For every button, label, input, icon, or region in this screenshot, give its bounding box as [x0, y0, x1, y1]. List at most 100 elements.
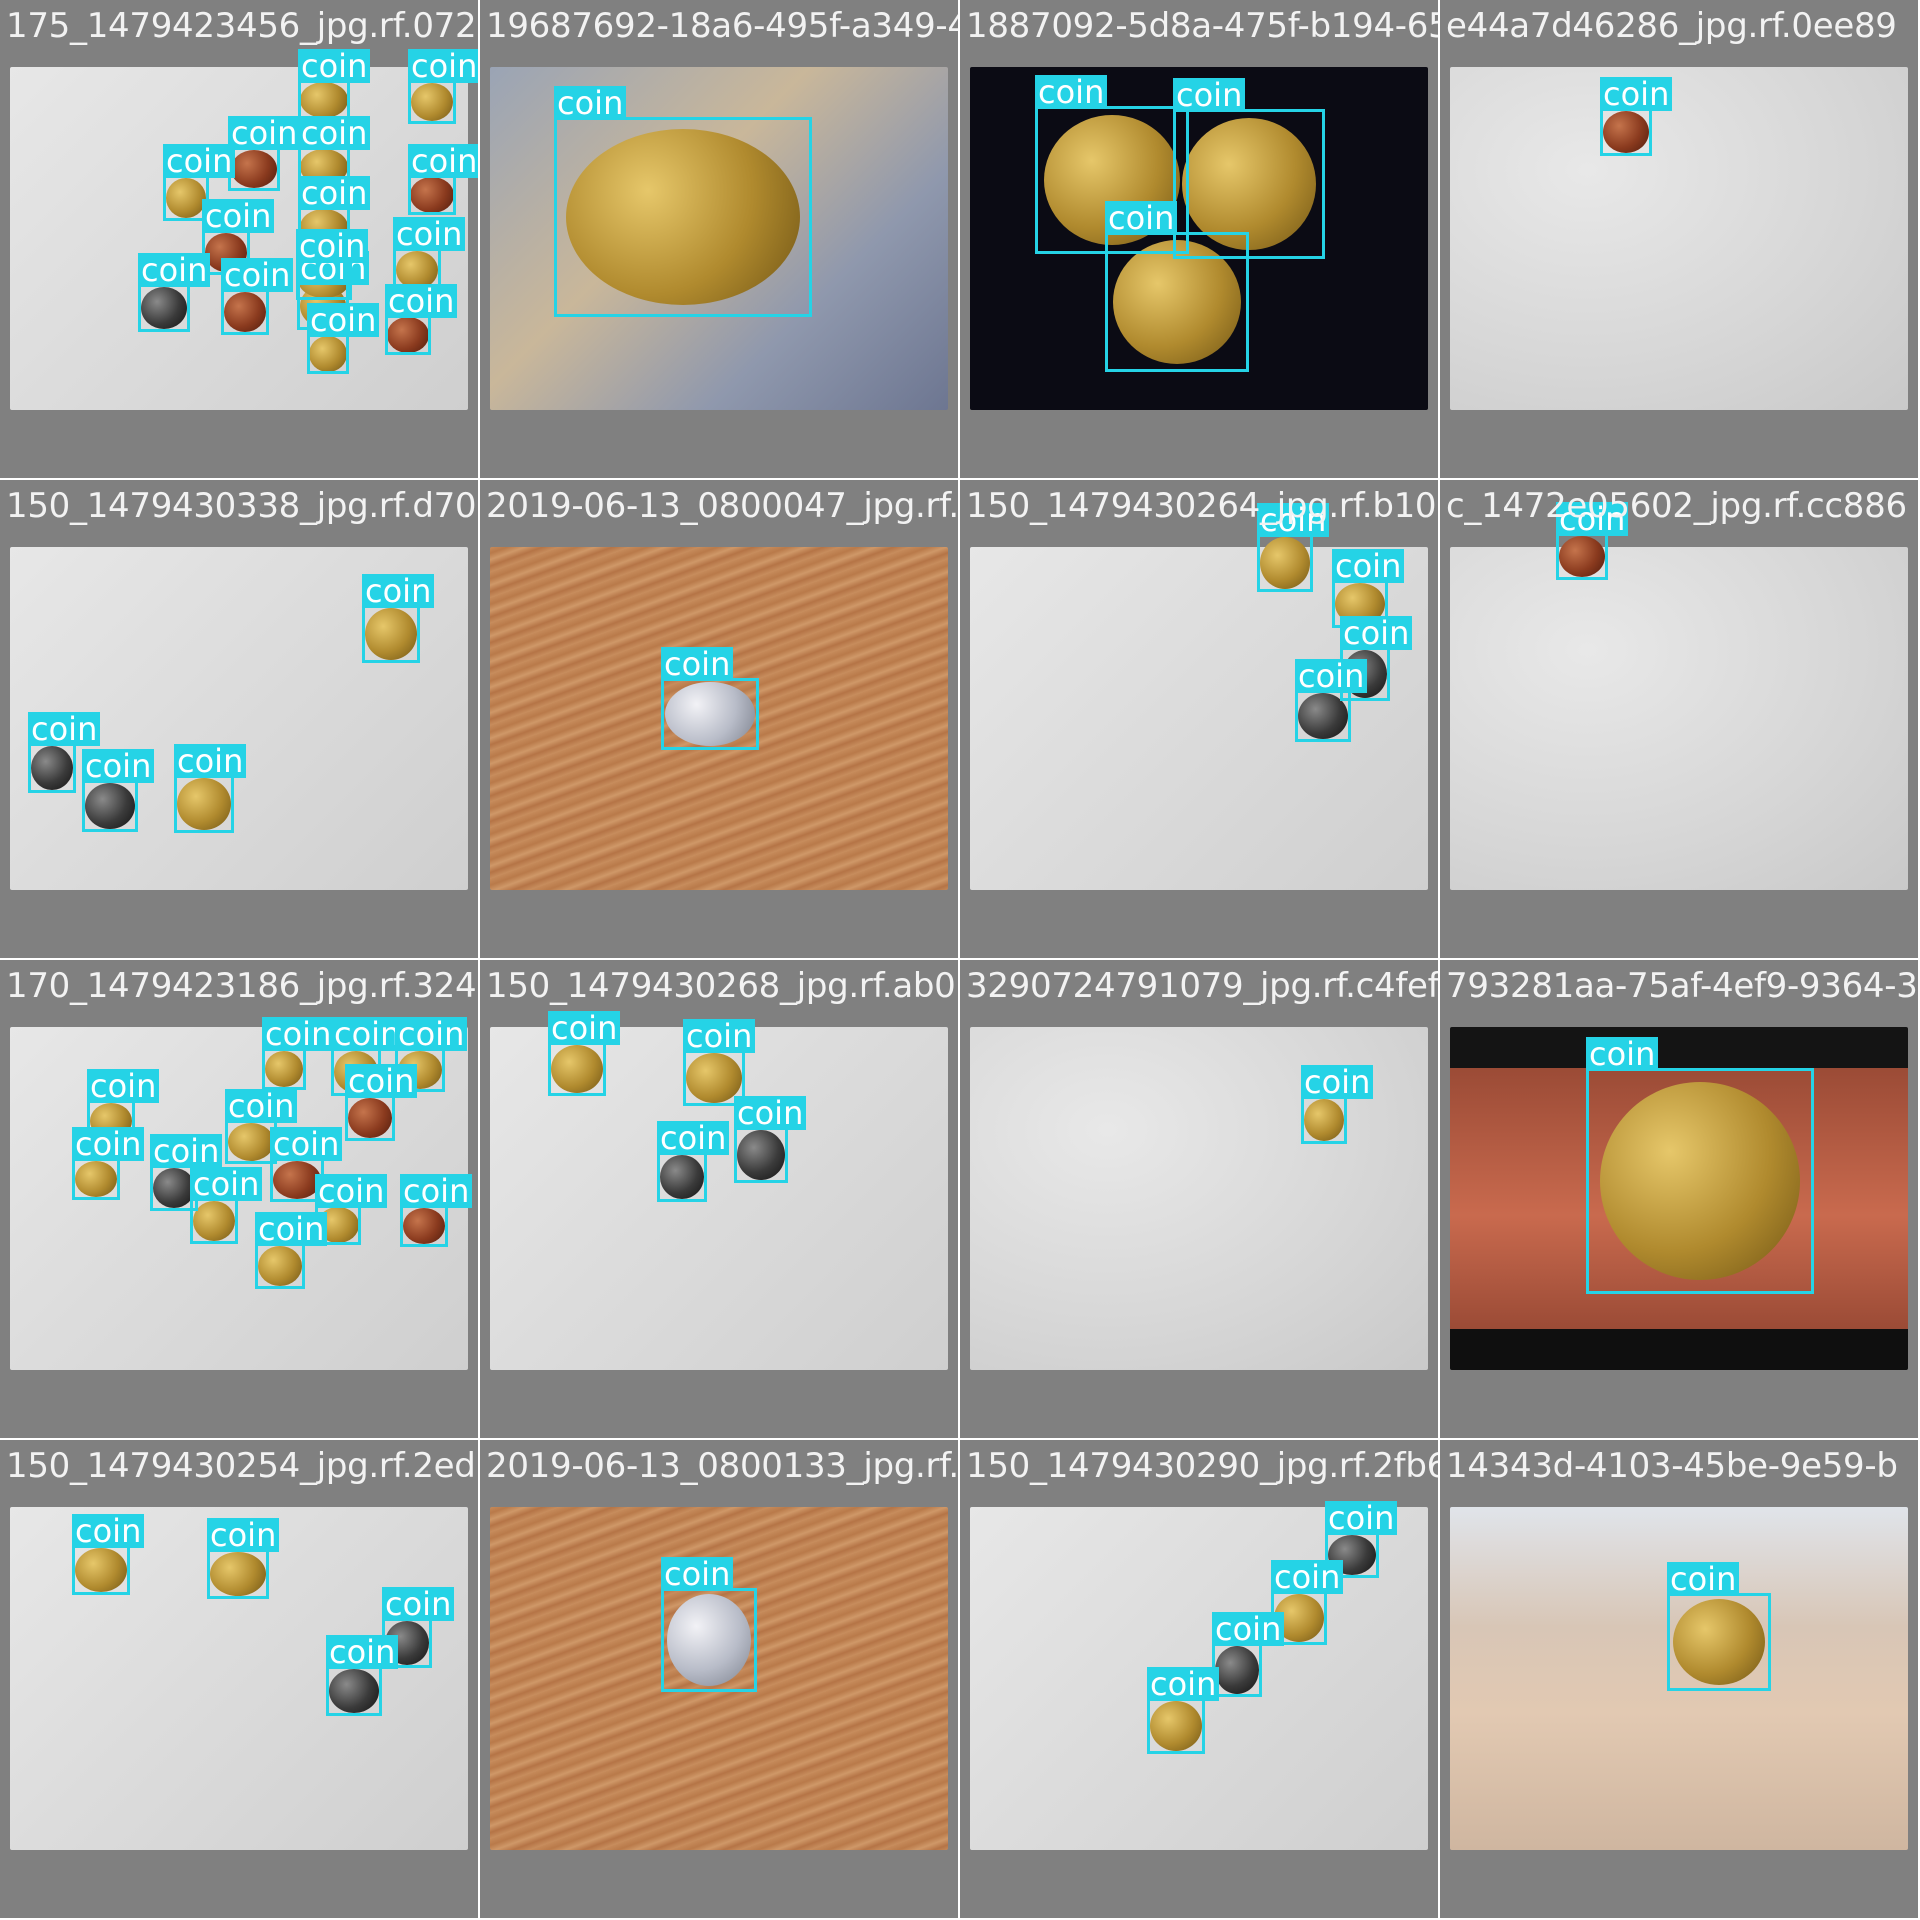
bounding-box: coin: [1257, 503, 1330, 592]
bounding-box: coin: [1295, 659, 1368, 742]
class-label: coin: [331, 1017, 404, 1051]
image-filename: 14343d-4103-45be-9e59-b: [1446, 1446, 1898, 1486]
bounding-box: coin: [262, 1017, 335, 1090]
class-label: coin: [1173, 78, 1246, 112]
bounding-box: coin: [657, 1121, 730, 1202]
image-filename: 2019-06-13_0800133_jpg.rf.b9: [486, 1446, 958, 1486]
image-preview: [1450, 67, 1908, 410]
class-label: coin: [1295, 659, 1368, 693]
bounding-box: coin: [661, 647, 759, 750]
class-label: coin: [228, 116, 301, 150]
class-label: coin: [385, 284, 458, 318]
image-filename: 150_1479430264_jpg.rf.b10: [966, 486, 1437, 526]
class-label: coin: [1325, 1501, 1398, 1535]
bounding-box: coin: [408, 144, 478, 215]
bounding-box: coin: [1105, 201, 1249, 372]
class-label: coin: [661, 1557, 734, 1591]
class-label: coin: [1667, 1562, 1740, 1596]
image-tile: 2019-06-13_0800133_jpg.rf.b9coin: [480, 1440, 958, 1918]
class-label: coin: [554, 86, 627, 120]
bounding-box: coin: [661, 1557, 757, 1692]
bounding-box: coin: [400, 1174, 473, 1247]
class-label: coin: [382, 1587, 455, 1621]
class-label: coin: [362, 574, 435, 608]
bounding-box: coin: [307, 303, 380, 374]
class-label: coin: [270, 1127, 343, 1161]
bounding-box: coin: [28, 712, 101, 793]
image-tile: 175_1479423456_jpg.rf.072 coin coin coin coi…: [0, 0, 478, 478]
image-filename: 150_1479430268_jpg.rf.ab0: [486, 966, 956, 1006]
bounding-box: coin: [72, 1514, 145, 1595]
class-label: coin: [395, 1017, 468, 1051]
image-filename: c_1472e05602_jpg.rf.cc886: [1446, 486, 1907, 526]
bounding-box: coin: [221, 258, 294, 335]
bounding-box: coin: [255, 1212, 328, 1289]
class-label: coin: [1332, 549, 1405, 583]
class-label: coin: [221, 258, 294, 292]
class-label: coin: [307, 303, 380, 337]
class-label: coin: [174, 744, 247, 778]
bounding-box: coin: [408, 49, 478, 124]
class-label: coin: [202, 199, 275, 233]
class-label: coin: [298, 116, 371, 150]
bounding-box: coin: [82, 749, 155, 832]
class-label: coin: [393, 217, 466, 251]
class-label: coin: [1147, 1667, 1220, 1701]
image-tile: 3290724791079_jpg.rf.c4fef6 coin: [960, 960, 1438, 1438]
bounding-box: coin: [228, 116, 301, 191]
image-filename: 19687692-18a6-495f-a349-4: [486, 6, 958, 46]
bounding-box: coin: [1600, 77, 1673, 156]
class-label: coin: [72, 1514, 145, 1548]
class-label: coin: [1600, 77, 1673, 111]
class-label: coin: [138, 253, 211, 287]
class-label: coin: [298, 49, 371, 83]
image-filename: 170_1479423186_jpg.rf.324: [6, 966, 477, 1006]
image-tile: 793281aa-75af-4ef9-9364-3 coin: [1440, 960, 1918, 1438]
detection-mosaic: 175_1479423456_jpg.rf.072 coin coin coin coi…: [0, 0, 1920, 1920]
image-tile: 170_1479423186_jpg.rf.324 coin coin coin coi…: [0, 960, 478, 1438]
class-label: coin: [661, 647, 734, 681]
image-tile: 150_1479430264_jpg.rf.b10 coin coin coin coi…: [960, 480, 1438, 958]
image-filename: 793281aa-75af-4ef9-9364-3: [1446, 966, 1918, 1006]
class-label: coin: [683, 1019, 756, 1053]
class-label: coin: [345, 1064, 418, 1098]
image-tile: 19687692-18a6-495f-a349-4 coin: [480, 0, 958, 478]
image-tile: 150_1479430268_jpg.rf.ab0 coin coin coin coi…: [480, 960, 958, 1438]
bounding-box: coin: [190, 1167, 263, 1244]
class-label: coin: [734, 1096, 807, 1130]
class-label: coin: [657, 1121, 730, 1155]
image-filename: 150_1479430290_jpg.rf.2fb6: [966, 1446, 1438, 1486]
bounding-box: coin: [548, 1011, 621, 1096]
image-filename: 1887092-5d8a-475f-b194-65: [966, 6, 1438, 46]
class-label: coin: [408, 49, 478, 83]
bounding-box: coin: [554, 86, 812, 317]
bounding-box: coin: [1556, 502, 1629, 580]
image-tile: 14343d-4103-45be-9e59-b coin: [1440, 1440, 1918, 1918]
class-label: coin: [1212, 1612, 1285, 1646]
image-filename: 2019-06-13_0800047_jpg.rf.bdd: [486, 486, 958, 526]
class-label: coin: [1586, 1037, 1659, 1071]
bounding-box: coin: [1147, 1667, 1220, 1754]
image-tile: e44a7d46286_jpg.rf.0ee89 coin: [1440, 0, 1918, 478]
class-label: coin: [1271, 1560, 1344, 1594]
class-label: coin: [225, 1089, 298, 1123]
bounding-box: coin: [72, 1127, 145, 1200]
class-label: coin: [315, 1174, 388, 1208]
bounding-box: coin: [362, 574, 435, 663]
class-label: coin: [1035, 75, 1108, 109]
image-tile: 150_1479430290_jpg.rf.2fb6coin coin coin co…: [960, 1440, 1438, 1918]
class-label: coin: [408, 144, 478, 178]
image-filename: 150_1479430338_jpg.rf.d70: [6, 486, 477, 526]
bounding-box: coin: [138, 253, 211, 332]
class-label: coin: [298, 176, 371, 210]
bounding-box: coin: [1667, 1562, 1771, 1691]
bounding-box: coin: [385, 284, 458, 355]
bounding-box: coin: [326, 1635, 399, 1716]
bounding-box: coin: [207, 1518, 280, 1599]
class-label: coin: [548, 1011, 621, 1045]
class-label: coin: [1105, 201, 1178, 235]
class-label: coin: [72, 1127, 145, 1161]
class-label: coin: [163, 144, 236, 178]
image-tile: 1887092-5d8a-475f-b194-65 coin coin coin: [960, 0, 1438, 478]
bounding-box: coin: [345, 1064, 418, 1141]
